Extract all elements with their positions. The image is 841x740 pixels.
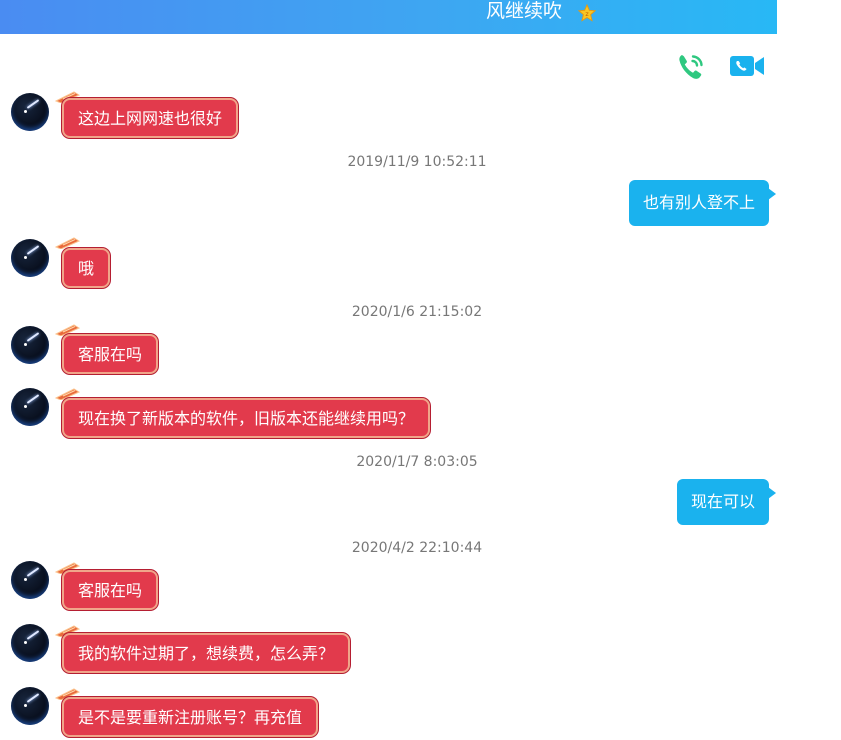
bubble-tail (768, 487, 776, 499)
bubble-tail (768, 188, 776, 200)
incoming-message-bubble[interactable]: 是不是要重新注册账号？再充值 (62, 697, 319, 737)
phone-call-icon[interactable] (675, 51, 707, 83)
incoming-message-bubble[interactable]: 这边上网网速也很好 (62, 98, 239, 138)
outgoing-message-bubble[interactable]: 现在可以 (676, 479, 776, 525)
message-text: 也有别人登不上 (642, 193, 755, 212)
message-text: 现在可以 (690, 492, 755, 511)
star-badge-icon: z (578, 4, 596, 22)
incoming-message-bubble[interactable]: 客服在吗 (62, 334, 159, 374)
contact-name: 风继续吹 (486, 0, 563, 22)
message-timestamp: 2020/4/2 22:10:44 (351, 540, 483, 556)
message-timestamp: 2019/11/9 10:52:11 (347, 154, 487, 170)
outgoing-message-bubble[interactable]: 也有别人登不上 (628, 180, 776, 226)
avatar[interactable] (11, 561, 49, 599)
avatar[interactable] (11, 624, 49, 662)
avatar[interactable] (11, 93, 49, 131)
incoming-message-bubble[interactable]: 现在换了新版本的软件，旧版本还能继续用吗？ (62, 398, 431, 438)
message-timestamp: 2020/1/7 8:03:05 (356, 454, 478, 470)
incoming-message-bubble[interactable]: 客服在吗 (62, 570, 159, 610)
chat-header: 风继续吹 z (0, 0, 777, 34)
avatar[interactable] (11, 239, 49, 277)
message-timestamp: 2020/1/6 21:15:02 (351, 304, 483, 320)
incoming-message-bubble[interactable]: 我的软件过期了，想续费，怎么弄？ (62, 633, 351, 673)
avatar[interactable] (11, 326, 49, 364)
avatar[interactable] (11, 388, 49, 426)
avatar[interactable] (11, 687, 49, 725)
incoming-message-bubble[interactable]: 哦 (62, 248, 111, 288)
video-call-icon[interactable] (729, 52, 765, 80)
